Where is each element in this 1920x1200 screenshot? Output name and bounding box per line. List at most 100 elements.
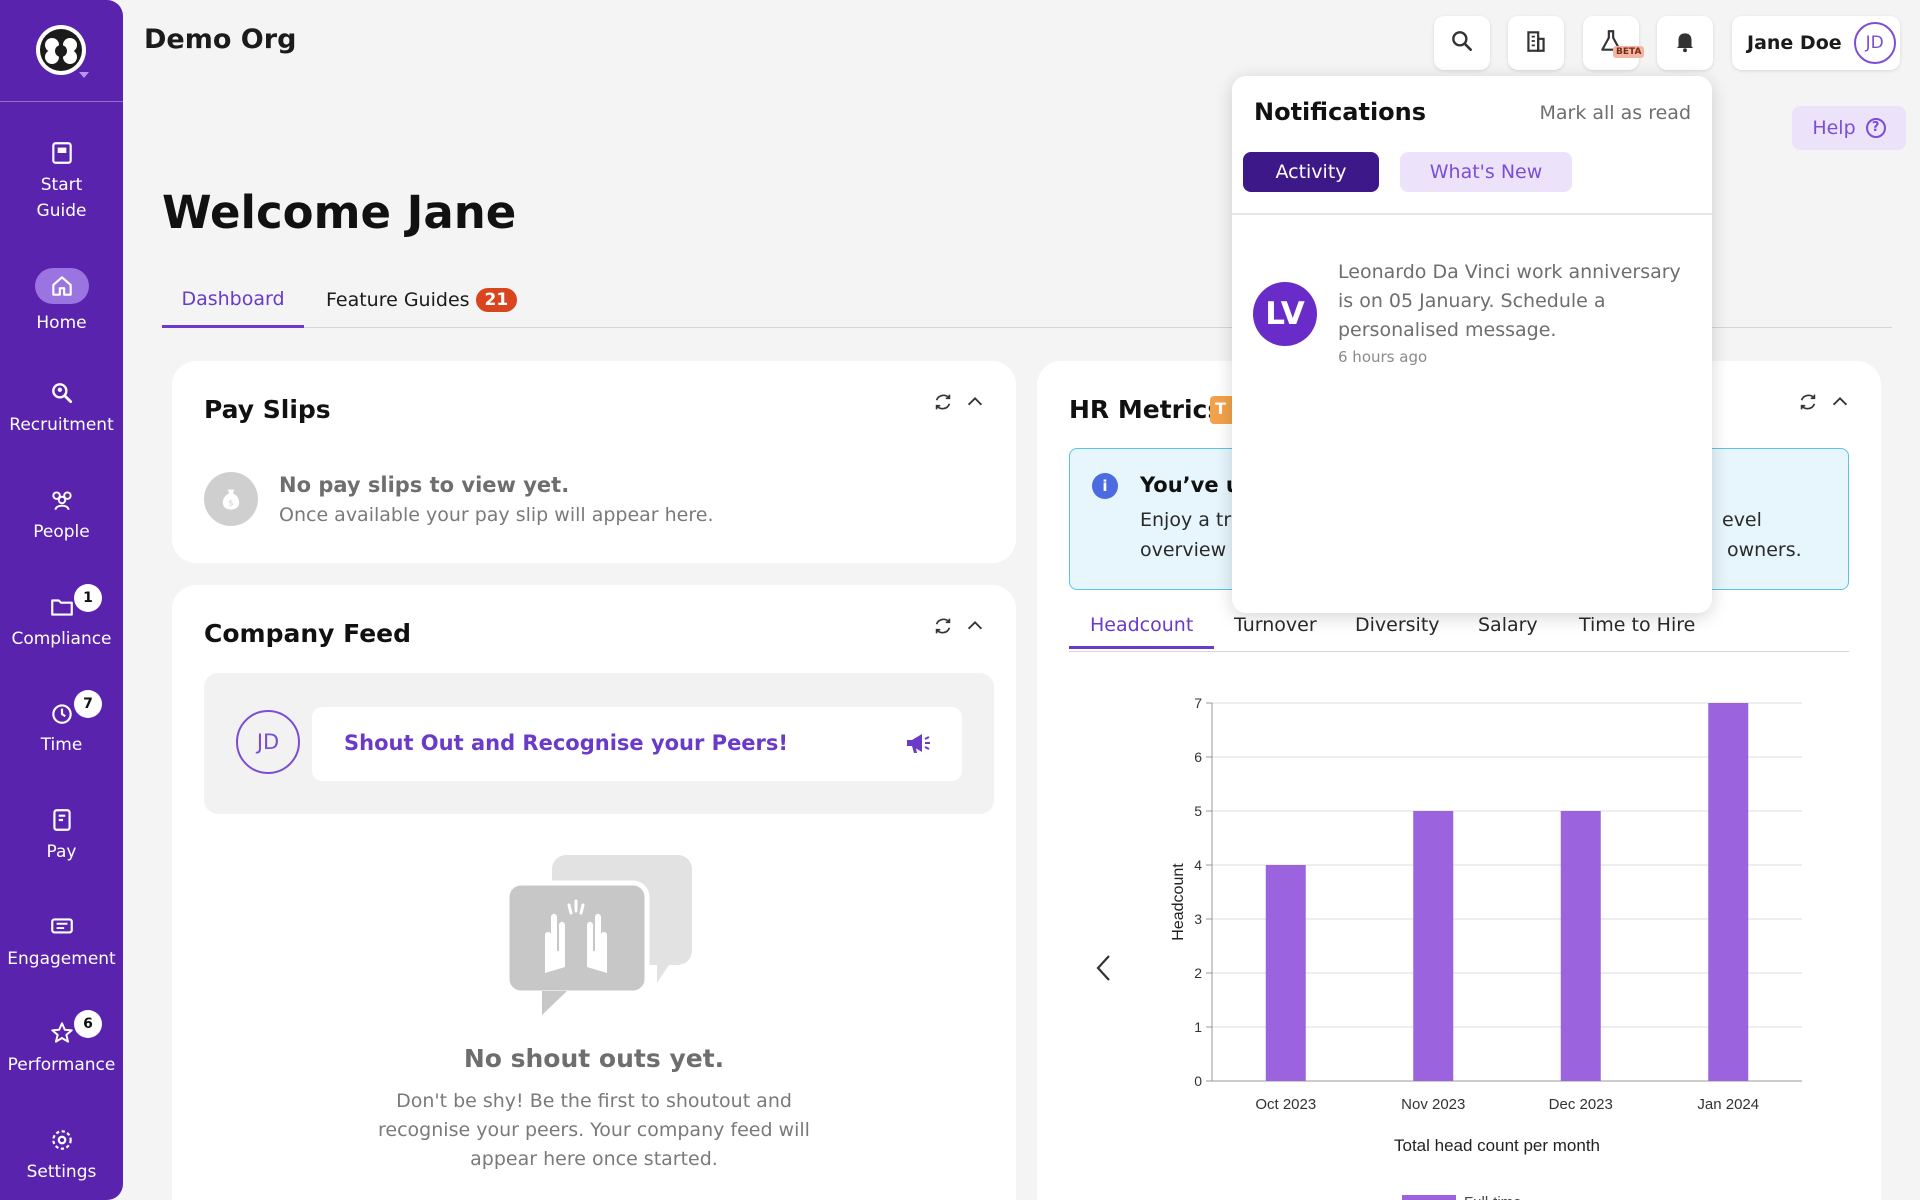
y-axis-label: Headcount: [1170, 863, 1187, 941]
sidebar-item-label: Compliance: [11, 629, 112, 649]
notifications-title: Notifications: [1254, 98, 1427, 126]
sidebar-item-label: People: [33, 522, 90, 542]
empty-state-text: Once available your pay slip will appear…: [279, 504, 714, 526]
empty-state-text: Don't be shy! Be the first to shoutout a…: [378, 1090, 810, 1170]
sidebar-item-time[interactable]: 7 Time: [0, 690, 123, 758]
x-axis-label: Total head count per month: [1394, 1136, 1600, 1155]
gear-icon: [49, 1127, 75, 1153]
legend-swatch: [1402, 1195, 1456, 1200]
book-icon: [49, 140, 75, 166]
refresh-icon[interactable]: [932, 391, 954, 417]
sidebar-item-people[interactable]: People: [0, 487, 123, 545]
legend-label: Full-time: [1464, 1194, 1522, 1200]
avatar: JD: [1853, 22, 1896, 64]
folder-icon: [49, 594, 75, 620]
tab-headcount[interactable]: Headcount: [1069, 614, 1215, 649]
x-tick-label: Nov 2023: [1401, 1096, 1465, 1113]
notifications-button[interactable]: [1657, 16, 1713, 70]
sidebar-item-settings[interactable]: Settings: [0, 1127, 123, 1185]
help-button[interactable]: Help ?: [1792, 106, 1906, 150]
home-icon: [49, 273, 75, 299]
tab-whats-new[interactable]: What's New: [1400, 152, 1572, 192]
search-button[interactable]: [1434, 16, 1490, 70]
help-label: Help: [1812, 117, 1856, 139]
money-bag-icon: $: [204, 472, 258, 526]
sidebar-item-recruitment[interactable]: Recruitment: [0, 380, 123, 438]
y-tick-label: 2: [1194, 965, 1202, 981]
sidebar-item-label: Settings: [26, 1162, 97, 1182]
chevron-up-icon[interactable]: [1829, 391, 1851, 417]
sidebar-item-performance[interactable]: 6 Performance: [0, 1010, 123, 1078]
shout-out-button[interactable]: Shout Out and Recognise your Peers!: [312, 707, 962, 781]
empty-state-title: No pay slips to view yet.: [279, 473, 570, 497]
chevron-up-icon[interactable]: [964, 391, 986, 417]
info-text: owners.: [1727, 539, 1802, 561]
info-text: overview: [1140, 539, 1227, 561]
card-controls: [1797, 391, 1851, 417]
organisation-button[interactable]: [1508, 16, 1564, 70]
page-title: Welcome Jane: [162, 186, 517, 239]
sidebar-item-label: Performance: [7, 1055, 116, 1075]
chevron-up-icon[interactable]: [964, 615, 986, 641]
refresh-icon[interactable]: [932, 615, 954, 641]
x-tick-label: Dec 2023: [1549, 1096, 1613, 1113]
card-title: Company Feed: [204, 619, 412, 648]
sidebar-item-start-guide[interactable]: Start Guide: [0, 140, 123, 224]
star-icon: [49, 1020, 75, 1046]
x-tick-label: Jan 2024: [1697, 1096, 1759, 1113]
payslip-icon: [49, 807, 75, 833]
tab-turnover[interactable]: Turnover: [1234, 614, 1317, 636]
card-controls: [932, 391, 986, 417]
svg-text:$: $: [228, 497, 233, 507]
avatar: LV: [1253, 282, 1317, 346]
x-tick-label: Oct 2023: [1255, 1096, 1316, 1113]
tab-feature-guides[interactable]: Feature Guides 21: [326, 288, 518, 312]
y-tick-label: 3: [1194, 911, 1202, 927]
sidebar-item-label: Engagement: [7, 949, 116, 969]
y-tick-label: 5: [1194, 803, 1202, 819]
y-tick-label: 6: [1194, 749, 1202, 765]
tab-diversity[interactable]: Diversity: [1355, 614, 1440, 636]
chart-bar: [1708, 703, 1749, 1081]
logo-icon[interactable]: [31, 22, 91, 80]
refresh-icon[interactable]: [1797, 391, 1819, 417]
tab-salary[interactable]: Salary: [1478, 614, 1538, 636]
company-feed-card: Company Feed JD Shout Out and Recognise …: [172, 585, 1016, 1200]
clock-icon: [49, 700, 75, 726]
home-pill: [34, 268, 89, 304]
notification-message[interactable]: Leonardo Da Vinci work anniversary is on…: [1338, 258, 1698, 345]
card-controls: [932, 615, 986, 641]
notifications-popover: Notifications Mark all as read Activity …: [1232, 76, 1712, 613]
beta-badge: BETA: [1613, 46, 1645, 58]
sidebar-item-home[interactable]: Home: [0, 268, 123, 336]
megaphone-icon: [904, 731, 932, 757]
labs-button[interactable]: BETA: [1583, 16, 1645, 70]
headcount-chart: 0 1 2 3 4 5 6 7 Oct 2023 Nov 2023 Dec 2023 Jan 2024…: [1170, 695, 1802, 1200]
user-name: Jane Doe: [1747, 32, 1842, 54]
y-tick-label: 4: [1194, 857, 1202, 873]
sidebar-item-label: Pay: [46, 842, 77, 862]
y-tick-label: 7: [1194, 695, 1202, 711]
shout-outs-illustration-icon: [504, 855, 697, 1025]
chart-bar: [1560, 811, 1601, 1081]
card-title: Pay Slips: [204, 395, 331, 424]
sidebar-item-pay[interactable]: Pay: [0, 807, 123, 865]
tab-activity[interactable]: Activity: [1243, 152, 1379, 192]
mark-all-read-link[interactable]: Mark all as read: [1540, 102, 1692, 124]
card-title: HR Metrics: [1069, 395, 1223, 424]
tab-time-to-hire[interactable]: Time to Hire: [1579, 614, 1695, 636]
chat-icon: [49, 914, 75, 940]
search-icon: [1449, 28, 1475, 58]
compliance-badge: 1: [74, 584, 102, 612]
sidebar-item-compliance[interactable]: 1 Compliance: [0, 584, 123, 652]
tab-dashboard[interactable]: Dashboard: [162, 288, 304, 328]
feature-guides-badge: 21: [475, 288, 518, 312]
user-menu-button[interactable]: Jane Doe JD: [1732, 16, 1900, 70]
trial-badge: T: [1210, 396, 1232, 424]
people-icon: [49, 487, 75, 513]
info-title: You’ve u: [1140, 473, 1241, 497]
sidebar-item-engagement[interactable]: Engagement: [0, 914, 123, 972]
sidebar-item-label: Start Guide: [36, 175, 87, 221]
tab-label: Feature Guides: [326, 289, 470, 311]
building-icon: [1523, 28, 1549, 58]
